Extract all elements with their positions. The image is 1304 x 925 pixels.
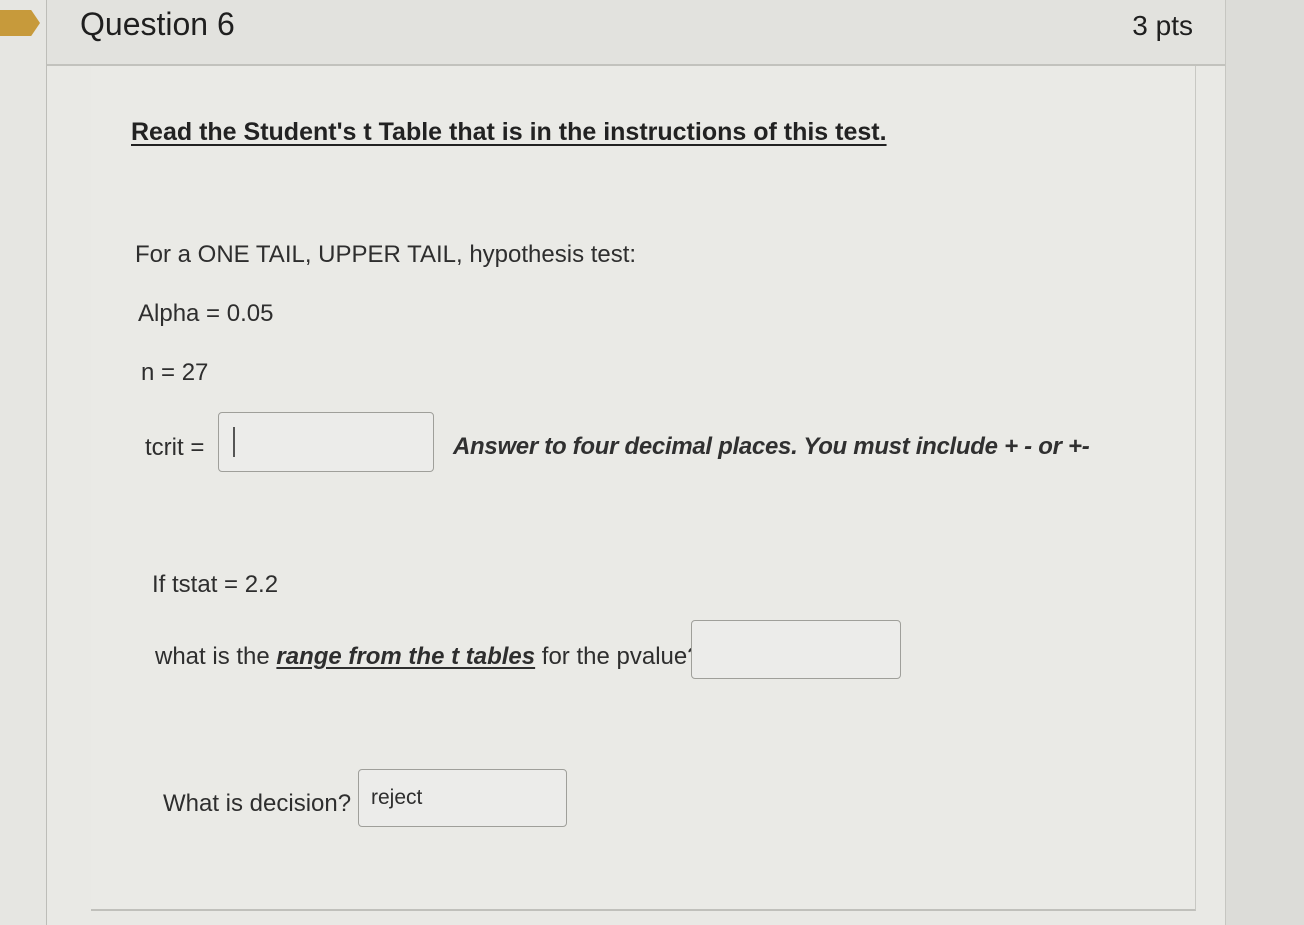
text-cursor [233, 427, 235, 457]
sample-size-text: n = 27 [141, 359, 209, 386]
pvalue-question-prefix: what is the [155, 643, 277, 670]
alpha-text: Alpha = 0.05 [138, 300, 274, 327]
pvalue-question: what is the range from the t tables for … [155, 643, 701, 671]
left-margin [0, 0, 46, 925]
pvalue-question-suffix: for the pvalue? [535, 643, 701, 670]
tcrit-instruction-note: Answer to four decimal places. You must … [453, 433, 1090, 460]
decision-value: reject [371, 786, 423, 809]
range-from-t-tables-link: range from the t tables [276, 643, 536, 670]
decision-label: What is decision? [163, 790, 352, 817]
test-type-text: For a ONE TAIL, UPPER TAIL, hypothesis t… [135, 241, 637, 268]
pvalue-input[interactable] [691, 620, 901, 679]
tcrit-label: tcrit = [145, 434, 205, 461]
decision-input[interactable]: reject [358, 769, 567, 827]
question-card: Question 6 3 pts Read the Student's t Ta… [46, 0, 1226, 925]
tstat-text: If tstat = 2.2 [152, 571, 279, 598]
question-title: Question 6 [80, 6, 235, 42]
flag-icon[interactable] [0, 10, 40, 36]
question-body: Read the Student's t Table that is in th… [91, 66, 1196, 911]
question-header: Question 6 3 pts [47, 0, 1225, 66]
tcrit-input[interactable] [218, 412, 434, 472]
question-points: 3 pts [1132, 10, 1193, 41]
instructions-link[interactable]: Read the Student's t Table that is in th… [131, 118, 887, 147]
